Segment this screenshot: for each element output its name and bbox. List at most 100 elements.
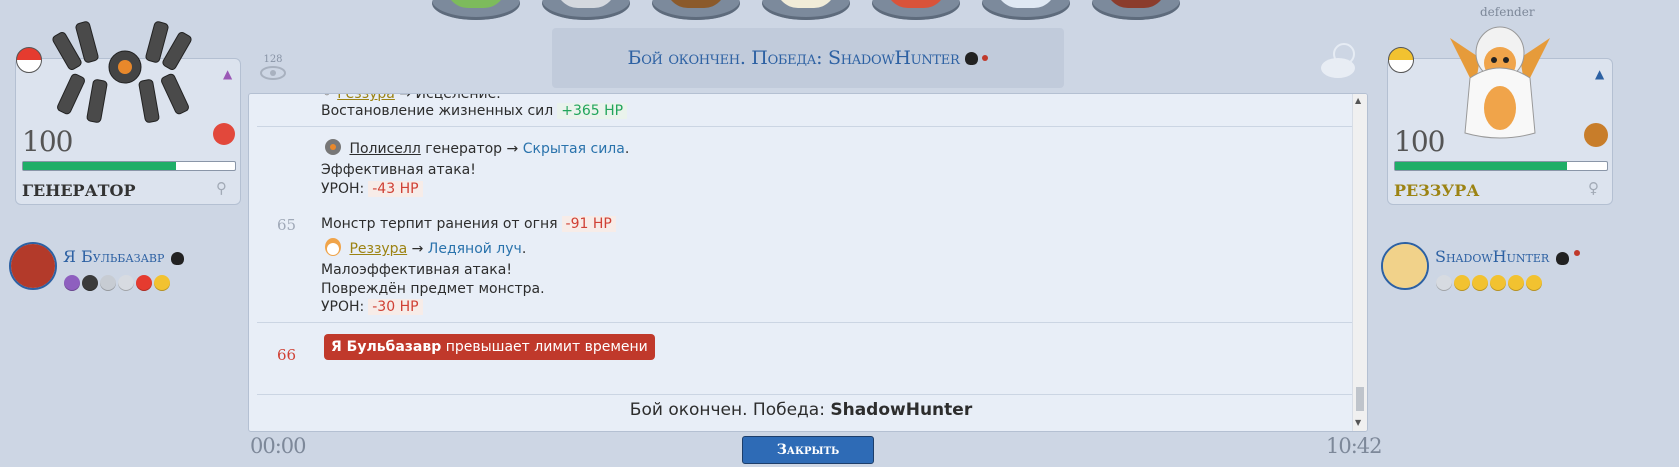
period: . bbox=[521, 241, 527, 257]
left-team-balls bbox=[64, 272, 172, 291]
arrow: → bbox=[399, 93, 412, 102]
divider bbox=[257, 126, 1357, 127]
ball-icon bbox=[118, 274, 134, 291]
right-trainer-name[interactable]: ShadowHunter bbox=[1435, 247, 1549, 266]
hp-bar bbox=[1394, 161, 1608, 171]
monster-name: РЕЗЗУРА bbox=[1394, 181, 1480, 200]
timer-left: 00:00 bbox=[250, 434, 307, 458]
monster-mini-icon bbox=[325, 139, 341, 155]
hp-change: +365 HP bbox=[557, 103, 628, 119]
ball-icon bbox=[64, 274, 80, 291]
period: . bbox=[624, 141, 630, 157]
skull-icon bbox=[1556, 252, 1569, 265]
status-dot bbox=[1574, 250, 1580, 256]
timeout-banner: Я Бульбазавр превышает лимит времени bbox=[324, 334, 655, 360]
monster-link[interactable]: Реззура bbox=[337, 94, 395, 102]
monster-link[interactable]: Реззура bbox=[349, 241, 407, 257]
ball-icon bbox=[1508, 274, 1524, 291]
result-winner: ShadowHunter bbox=[830, 400, 973, 420]
hp-bar bbox=[22, 161, 236, 171]
monster-link[interactable]: Полиселл bbox=[349, 141, 420, 157]
log-line: Востановление жизненных сил +365 HP bbox=[321, 103, 628, 119]
monster-mini-icon bbox=[325, 238, 341, 256]
battle-result: Бой окончен. Победа: ShadowHunter bbox=[249, 400, 1353, 420]
ball-icon bbox=[1454, 274, 1470, 291]
effect-text: Монстр терпит ранения от огня bbox=[321, 216, 558, 232]
battle-title-panel: Бой окончен. Победа: ShadowHunter bbox=[552, 28, 1064, 88]
pokeball-device-icon[interactable] bbox=[542, 0, 630, 20]
effect-text: Малоэффективная атака! bbox=[321, 262, 512, 278]
ball-icon bbox=[1436, 274, 1452, 291]
move-name: Исцеление. bbox=[415, 93, 501, 102]
skull-icon bbox=[965, 51, 979, 65]
timer-right: 10:42 bbox=[1326, 434, 1383, 458]
arrow: → bbox=[411, 241, 424, 257]
hp-change: -30 HP bbox=[368, 299, 423, 315]
pokeball-icon bbox=[16, 47, 42, 73]
scroll-down-arrow-icon[interactable]: ▼ bbox=[1355, 418, 1361, 427]
log-scrollbar[interactable]: ▲ ▼ bbox=[1352, 94, 1367, 431]
scroll-up-arrow-icon[interactable]: ▲ bbox=[1355, 96, 1361, 105]
monster-tag: defender bbox=[1480, 5, 1535, 19]
views-counter: 128 bbox=[258, 54, 288, 84]
result-text: Бой окончен. Победа: bbox=[629, 400, 825, 420]
monster-name: ГЕНЕРАТОР bbox=[22, 181, 136, 200]
skull-icon bbox=[171, 252, 184, 265]
gender-icon: ⚲ bbox=[216, 179, 227, 197]
weather-cloud-icon bbox=[1321, 43, 1355, 78]
left-trainer-avatar[interactable] bbox=[9, 242, 57, 290]
ball-icon bbox=[154, 274, 170, 291]
ammonite-item-icon bbox=[1584, 123, 1608, 147]
divider bbox=[257, 394, 1357, 395]
log-line: УРОН: -30 HP bbox=[321, 299, 423, 315]
pokeball-icon bbox=[1388, 47, 1414, 73]
generator-monster-sprite bbox=[52, 21, 192, 123]
rezzura-monster-sprite bbox=[1450, 26, 1550, 139]
monster-level: 100 bbox=[1394, 125, 1445, 158]
move-link[interactable]: Ледяной луч bbox=[428, 241, 522, 257]
ball-icon bbox=[1472, 274, 1488, 291]
close-button[interactable]: Закрыть bbox=[742, 436, 874, 464]
right-trainer-avatar[interactable] bbox=[1381, 242, 1429, 290]
log-line: Реззура → Ледяной луч. bbox=[321, 236, 526, 258]
arrow: → bbox=[506, 141, 519, 157]
damage-label: УРОН: bbox=[321, 181, 365, 197]
blue-disc-icon[interactable] bbox=[982, 0, 1070, 20]
ball-icon bbox=[136, 274, 152, 291]
page-title: Бой окончен. Победа: ShadowHunter bbox=[627, 47, 960, 69]
monster-level: 100 bbox=[22, 125, 73, 158]
status-dot bbox=[982, 55, 989, 61]
hp-change: -43 HP bbox=[368, 181, 423, 197]
backpack-icon[interactable] bbox=[652, 0, 740, 20]
log-line: ⚬ Реззура → Исцеление. bbox=[321, 93, 501, 102]
envelope-icon[interactable] bbox=[762, 0, 850, 20]
turn-number: 65 bbox=[277, 216, 297, 234]
banner-trainer-name: Я Бульбазавр bbox=[331, 339, 442, 355]
effect-text: Эффективная атака! bbox=[321, 162, 476, 178]
book-icon[interactable] bbox=[1092, 0, 1180, 20]
log-line: Полиселл генератор → Скрытая сила. bbox=[321, 136, 629, 158]
log-line: УРОН: -43 HP bbox=[321, 181, 423, 197]
left-trainer-name[interactable]: Я Бульбазавр bbox=[63, 247, 164, 266]
stat-up-arrow-icon: ▲ bbox=[1595, 67, 1605, 81]
red-bag-icon[interactable] bbox=[872, 0, 960, 20]
monster-link-suffix: генератор bbox=[420, 141, 503, 157]
ball-icon bbox=[100, 274, 116, 291]
battle-log[interactable]: ⚬ Реззура → Исцеление. Востановление жиз… bbox=[248, 93, 1368, 432]
ball-icon bbox=[82, 274, 98, 291]
effect-text: Повреждён предмет монстра. bbox=[321, 281, 545, 297]
damage-label: УРОН: bbox=[321, 299, 365, 315]
scroll-thumb[interactable] bbox=[1356, 387, 1364, 411]
ball-icon bbox=[1526, 274, 1542, 291]
green-bag-icon[interactable] bbox=[432, 0, 520, 20]
ball-icon bbox=[1490, 274, 1506, 291]
hp-change: -91 HP bbox=[561, 216, 616, 232]
move-link[interactable]: Скрытая сила bbox=[523, 141, 625, 157]
eye-icon bbox=[260, 66, 286, 80]
stat-up-arrow-icon: ▲ bbox=[223, 67, 233, 81]
effect-text: Востановление жизненных сил bbox=[321, 103, 554, 119]
right-team-balls bbox=[1436, 272, 1544, 291]
turn-number: 66 bbox=[277, 346, 297, 364]
log-line: Монстр терпит ранения от огня -91 HP bbox=[321, 216, 616, 232]
held-item-icon bbox=[213, 123, 235, 145]
